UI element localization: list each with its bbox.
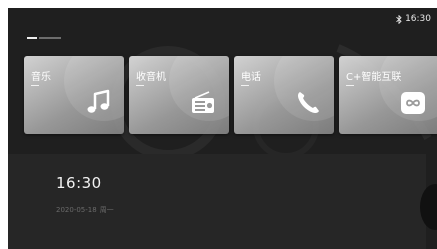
infinity-link-icon	[399, 89, 427, 117]
card-c-plus[interactable]: C+智能互联	[339, 56, 437, 134]
clock-date: 2020-05-18 周一	[56, 205, 114, 215]
page-indicator-rest	[39, 37, 61, 39]
music-note-icon	[84, 89, 112, 117]
date-value: 2020-05-18	[56, 206, 97, 214]
card-phone[interactable]: 电话	[234, 56, 334, 134]
card-radio[interactable]: 收音机	[129, 56, 229, 134]
status-time: 16:30	[405, 14, 431, 24]
status-bar: 16:30	[396, 12, 431, 26]
card-label: 电话	[241, 72, 261, 83]
launcher-screen: 16:30 音乐 收音机 电话 C+智能互联 16:30 2020-05-18 …	[8, 8, 437, 249]
card-music[interactable]: 音乐	[24, 56, 124, 134]
phone-icon	[294, 89, 322, 117]
card-label: C+智能互联	[346, 72, 402, 83]
page-indicator-active	[27, 37, 37, 39]
card-divider	[241, 85, 249, 86]
card-divider	[346, 85, 354, 86]
page-indicator	[27, 37, 61, 39]
weekday-value: 周一	[99, 206, 114, 214]
card-label: 收音机	[136, 72, 166, 83]
clock-widget[interactable]: 16:30 2020-05-18 周一	[8, 154, 426, 249]
clock-time: 16:30	[56, 174, 102, 192]
bluetooth-icon	[396, 14, 402, 24]
card-divider	[31, 85, 39, 86]
card-divider	[136, 85, 144, 86]
card-label: 音乐	[31, 72, 51, 83]
radio-icon	[189, 89, 217, 117]
